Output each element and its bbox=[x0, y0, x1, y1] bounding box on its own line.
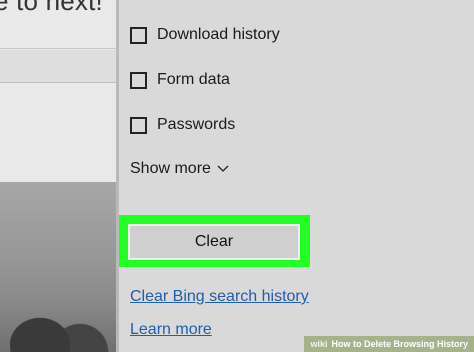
divider-line bbox=[0, 48, 116, 49]
tree-silhouette bbox=[10, 282, 110, 352]
clear-browsing-data-panel: Download history Form data Passwords Sho… bbox=[119, 0, 474, 352]
learn-more-link[interactable]: Learn more bbox=[130, 321, 212, 339]
option-form-data[interactable]: Form data bbox=[130, 68, 230, 92]
show-more-label: Show more bbox=[130, 160, 211, 177]
chevron-down-icon bbox=[217, 162, 229, 176]
passwords-checkbox[interactable] bbox=[130, 116, 147, 134]
clear-button[interactable]: Clear bbox=[128, 224, 300, 260]
watermark-brand: wiki bbox=[310, 339, 328, 349]
browser-content-area: e to next! bbox=[0, 0, 116, 352]
wikihow-watermark: wiki How to Delete Browsing History bbox=[304, 336, 474, 352]
option-label: Download history bbox=[157, 26, 280, 43]
option-passwords[interactable]: Passwords bbox=[130, 113, 235, 137]
download-history-checkbox[interactable] bbox=[130, 26, 147, 44]
option-label: Passwords bbox=[157, 116, 236, 133]
clear-bing-search-history-link[interactable]: Clear Bing search history bbox=[130, 288, 309, 306]
background-photo bbox=[0, 182, 116, 352]
page-headline-fragment: e to next! bbox=[0, 0, 103, 16]
show-more-toggle[interactable]: Show more bbox=[130, 160, 229, 178]
option-label: Form data bbox=[157, 71, 230, 88]
option-download-history[interactable]: Download history bbox=[130, 23, 280, 47]
form-data-checkbox[interactable] bbox=[130, 71, 147, 89]
background-field bbox=[0, 50, 116, 83]
watermark-title: How to Delete Browsing History bbox=[331, 339, 468, 349]
